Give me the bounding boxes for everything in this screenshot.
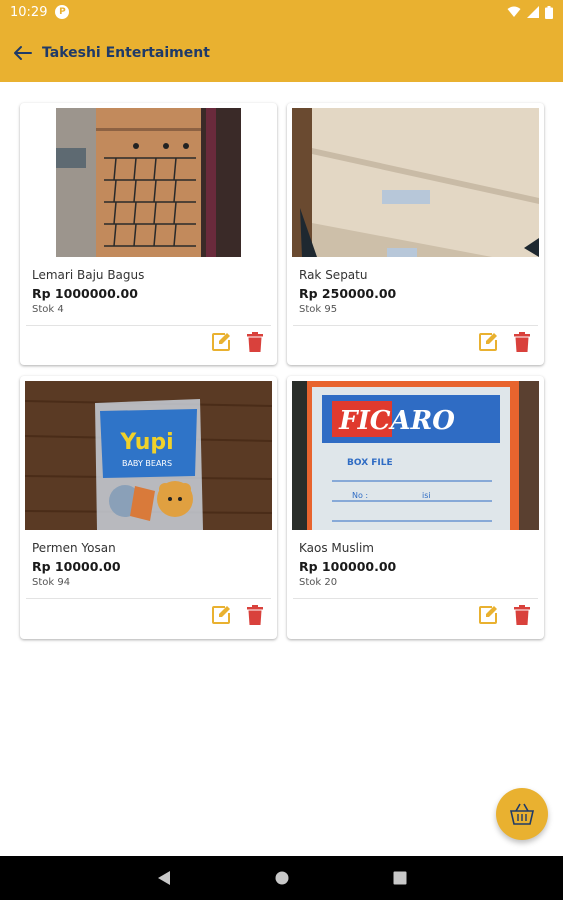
arrow-left-icon — [14, 46, 32, 60]
product-card[interactable]: Lemari Baju Bagus Rp 1000000.00 Stok 4 — [20, 103, 277, 365]
trash-icon — [247, 605, 263, 625]
product-price: Rp 10000.00 — [32, 559, 121, 574]
wifi-icon — [507, 6, 521, 17]
edit-button[interactable] — [478, 605, 498, 625]
candy-brand: Yupi — [119, 430, 173, 455]
notification-icon: P — [55, 5, 70, 19]
nav-recents-button[interactable] — [390, 868, 410, 888]
add-product-button[interactable] — [496, 788, 548, 840]
box-isi: isi — [422, 491, 431, 500]
product-name: Kaos Muslim — [299, 541, 374, 555]
signal-icon — [527, 6, 539, 18]
edit-icon — [479, 606, 497, 624]
product-name: Lemari Baju Bagus — [32, 268, 145, 282]
delete-button[interactable] — [245, 605, 265, 625]
nav-home-button[interactable] — [272, 868, 292, 888]
trash-icon — [247, 332, 263, 352]
app-bar: Takeshi Entertaiment — [0, 24, 563, 82]
edit-icon — [212, 606, 230, 624]
nav-back-button[interactable] — [154, 868, 174, 888]
system-nav-bar — [0, 856, 563, 900]
edit-icon — [479, 333, 497, 351]
delete-button[interactable] — [512, 332, 532, 352]
edit-icon — [212, 333, 230, 351]
product-stock: Stok 20 — [299, 577, 338, 588]
box-no: No : — [352, 491, 368, 500]
square-recents-icon — [393, 871, 406, 885]
product-card[interactable]: Rak Sepatu Rp 250000.00 Stok 95 — [287, 103, 544, 365]
card-divider — [293, 325, 538, 326]
card-actions — [478, 332, 532, 352]
product-name: Rak Sepatu — [299, 268, 368, 282]
card-actions — [211, 605, 265, 625]
product-stock: Stok 95 — [299, 304, 338, 315]
card-divider — [26, 598, 271, 599]
product-image — [292, 108, 539, 257]
circle-home-icon — [275, 871, 288, 885]
basket-icon — [509, 803, 535, 825]
delete-button[interactable] — [512, 605, 532, 625]
battery-icon — [545, 5, 553, 19]
product-image: Yupi BABY BEARS — [25, 381, 272, 530]
product-price: Rp 250000.00 — [299, 286, 397, 301]
product-image — [56, 108, 241, 257]
product-image: FICARO BOX FILE No : isi — [292, 381, 539, 530]
trash-icon — [514, 605, 530, 625]
status-icons — [507, 5, 553, 19]
product-card[interactable]: FICARO BOX FILE No : isi Kaos Muslim Rp … — [287, 376, 544, 639]
product-price: Rp 1000000.00 — [32, 286, 138, 301]
card-actions — [478, 605, 532, 625]
product-name: Permen Yosan — [32, 541, 116, 555]
card-actions — [211, 332, 265, 352]
back-button[interactable] — [10, 41, 34, 65]
edit-button[interactable] — [478, 332, 498, 352]
product-price: Rp 100000.00 — [299, 559, 397, 574]
card-divider — [26, 325, 271, 326]
triangle-back-icon — [157, 871, 170, 885]
edit-button[interactable] — [211, 605, 231, 625]
trash-icon — [514, 332, 530, 352]
status-bar: 10:29 P — [0, 0, 563, 24]
page-title: Takeshi Entertaiment — [42, 45, 210, 61]
card-divider — [293, 598, 538, 599]
candy-sub: BABY BEARS — [122, 459, 172, 468]
edit-button[interactable] — [211, 332, 231, 352]
product-stock: Stok 4 — [32, 304, 64, 315]
product-stock: Stok 94 — [32, 577, 71, 588]
status-time: 10:29 — [10, 4, 48, 20]
box-brand: FICARO — [338, 406, 455, 436]
box-label: BOX FILE — [347, 458, 393, 468]
product-card[interactable]: Yupi BABY BEARS Permen Yosan Rp 10000.00… — [20, 376, 277, 639]
delete-button[interactable] — [245, 332, 265, 352]
